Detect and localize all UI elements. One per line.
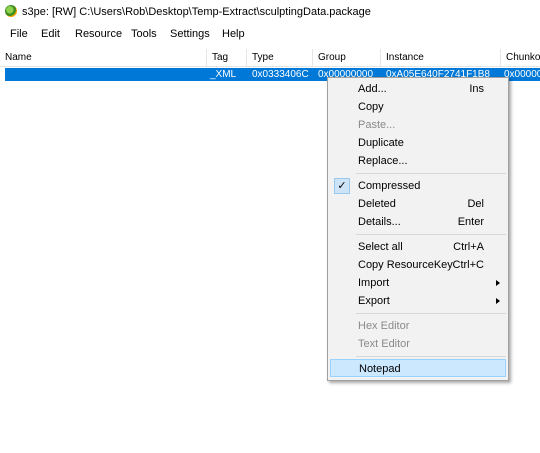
app-icon [5,5,17,17]
menu-item-label: Select all [358,241,403,253]
menu-item-duplicate[interactable]: Duplicate [330,134,506,152]
column-header-type[interactable]: Type [252,52,274,63]
menu-item-label: Copy ResourceKey [358,259,453,271]
menu-separator [356,356,506,357]
title-bar: s3pe: [RW] C:\Users\Rob\Desktop\Temp-Ext… [0,0,540,24]
menu-help[interactable]: Help [222,28,245,40]
menu-item-compressed[interactable]: ✓ Compressed [330,177,506,195]
menu-item-import[interactable]: Import [330,274,506,292]
menu-item-label: Replace... [358,155,408,167]
column-header-instance[interactable]: Instance [386,52,424,63]
menu-item-label: Hex Editor [358,320,410,332]
menu-item-replace[interactable]: Replace... [330,152,506,170]
menu-separator [356,234,506,235]
column-header-tag[interactable]: Tag [212,52,228,63]
menu-item-copy-resourcekey[interactable]: Copy ResourceKey Ctrl+C [330,256,506,274]
menu-item-label: Deleted [358,198,396,210]
menu-item-add[interactable]: Add... Ins [330,80,506,98]
column-divider[interactable] [206,49,207,66]
menu-bar: File Edit Resource Tools Settings Help [0,25,540,44]
window-title: s3pe: [RW] C:\Users\Rob\Desktop\Temp-Ext… [22,6,371,18]
column-divider[interactable] [500,49,501,66]
checkmark-icon: ✓ [334,178,350,194]
menu-item-copy[interactable]: Copy [330,98,506,116]
column-divider[interactable] [312,49,313,66]
menu-item-label: Add... [358,83,387,95]
cell-tag: _XML [210,69,237,80]
submenu-arrow-icon [496,280,500,286]
submenu-arrow-icon [496,298,500,304]
column-header-group[interactable]: Group [318,52,346,63]
menu-item-label: Copy [358,101,384,113]
cell-chunkoffset: 0x00000 [504,69,540,80]
menu-item-shortcut: Ctrl+C [452,259,484,271]
column-header-name[interactable]: Name [5,52,32,63]
menu-item-shortcut: Enter [457,216,484,228]
menu-item-label: Duplicate [358,137,404,149]
column-divider[interactable] [246,49,247,66]
menu-item-shortcut: Del [467,198,484,210]
menu-item-details[interactable]: Details... Enter [330,213,506,231]
menu-item-label: Export [358,295,390,307]
menu-item-shortcut: Ctrl+A [453,241,484,253]
menu-item-deleted[interactable]: Deleted Del [330,195,506,213]
menu-item-label: Import [358,277,390,289]
column-divider[interactable] [380,49,381,66]
column-header-chunkoffset[interactable]: Chunkoff [506,52,540,63]
menu-item-label: Details... [358,216,401,228]
menu-file[interactable]: File [10,28,28,40]
menu-tools[interactable]: Tools [131,28,157,40]
cell-type: 0x0333406C [252,69,309,80]
menu-item-label: Notepad [359,363,401,375]
menu-item-hex-editor: Hex Editor [330,317,506,335]
menu-item-label: Compressed [358,180,421,192]
menu-item-export[interactable]: Export [330,292,506,310]
menu-item-text-editor: Text Editor [330,335,506,353]
menu-item-paste: Paste... [330,116,506,134]
menu-edit[interactable]: Edit [41,28,60,40]
menu-separator [356,173,506,174]
menu-resource[interactable]: Resource [75,28,122,40]
menu-settings[interactable]: Settings [170,28,210,40]
menu-item-notepad[interactable]: Notepad [330,359,506,377]
menu-item-select-all[interactable]: Select all Ctrl+A [330,238,506,256]
list-header: Name Tag Type Group Instance Chunkoff [0,49,540,67]
menu-item-label: Text Editor [358,338,410,350]
menu-item-shortcut: Ins [469,83,484,95]
context-menu: Add... Ins Copy Paste... Duplicate Repla… [327,77,509,381]
menu-separator [356,313,506,314]
menu-item-label: Paste... [358,119,396,131]
